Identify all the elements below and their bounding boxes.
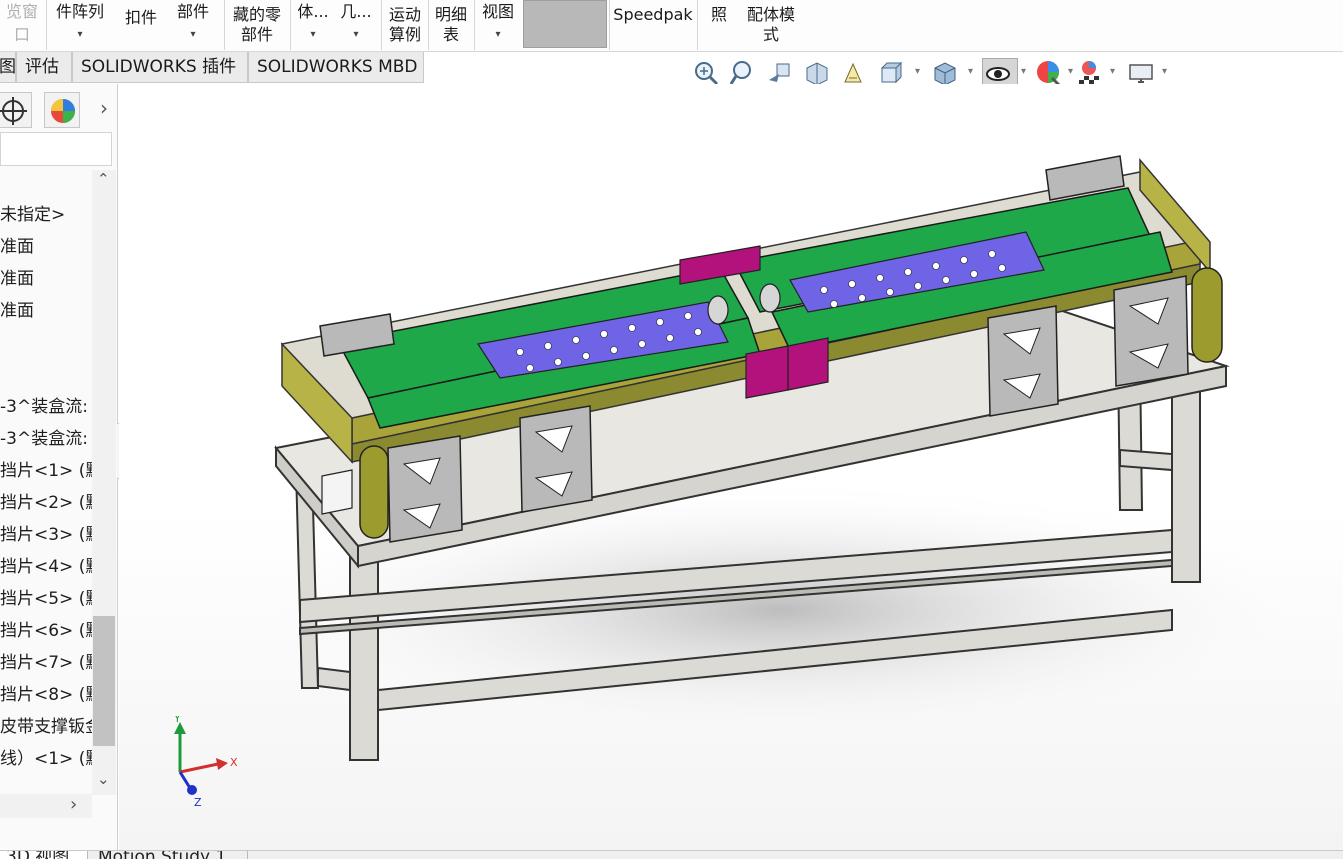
ribbon-label: 视图 — [481, 2, 514, 21]
motor-drum — [321, 469, 353, 515]
ribbon-item-preview-window[interactable]: 览窗 口 — [0, 0, 44, 50]
ribbon-item-reference-geometry[interactable]: 几... ▾ — [336, 0, 376, 50]
chevron-down-icon[interactable]: ▾ — [915, 66, 920, 77]
tree-item[interactable]: 准面 — [0, 295, 92, 327]
ribbon-label: 扣件 — [124, 8, 157, 27]
ribbon-separator — [428, 0, 429, 50]
chevron-down-icon[interactable]: ▾ — [1068, 66, 1073, 77]
coordinate-triad: Y X Z — [173, 716, 238, 809]
ribbon-label: 口 — [13, 25, 30, 44]
scroll-down-icon[interactable]: ⌄ — [97, 770, 110, 788]
crosshair-icon — [0, 97, 27, 125]
chevron-down-icon[interactable]: ▾ — [968, 66, 973, 77]
tab-evaluate[interactable]: 评估 — [16, 52, 72, 83]
tree-item[interactable]: 挡片<7> (默 — [0, 647, 92, 679]
display-manager-tab[interactable] — [44, 92, 80, 128]
ribbon-item-large-assembly-mode[interactable]: 配体模 式 — [740, 0, 802, 50]
ribbon-label: 藏的零 — [232, 5, 281, 24]
x-axis-label: X — [230, 756, 238, 769]
scroll-up-icon[interactable]: ⌃ — [97, 170, 110, 188]
tree-scrollbar-thumb[interactable] — [93, 616, 115, 746]
chevron-down-icon[interactable]: ▾ — [1110, 66, 1115, 77]
chevron-down-icon[interactable]: ▾ — [1021, 66, 1026, 77]
tree-item[interactable]: 皮带支撑钣金 — [0, 711, 92, 743]
tree-item[interactable]: 线）<1> (默 — [0, 743, 92, 775]
ribbon-item-bill-of-materials[interactable]: 明细 表 — [431, 0, 471, 50]
x-axis — [179, 762, 219, 774]
tab-motion-study[interactable]: Motion Study 1 — [92, 851, 248, 859]
tree-item[interactable]: 挡片<3> (默 — [0, 519, 92, 551]
tree-horizontal-scrollbar[interactable] — [0, 794, 92, 818]
tree-item[interactable]: 挡片<8> (默 — [0, 679, 92, 711]
chevron-down-icon[interactable]: ▾ — [1162, 66, 1167, 77]
ribbon-label: 部件 — [176, 2, 209, 21]
ribbon-label: 配体模 — [746, 5, 795, 24]
ribbon-separator — [609, 0, 610, 50]
ribbon-label: 式 — [762, 25, 779, 44]
ribbon-separator — [697, 0, 698, 50]
ribbon-separator — [381, 0, 382, 50]
ribbon-label: 览窗 — [5, 2, 38, 21]
ribbon-item-exploded-view[interactable]: 视图 ▾ — [477, 0, 519, 50]
tree-item[interactable]: -3^装盒流: — [0, 391, 92, 423]
ribbon-separator — [290, 0, 291, 50]
command-manager-ribbon: 览窗 口 件阵列 ▾ 扣件 部件 ▾ 藏的零 部件 体... ▾ 几... ▾ … — [0, 0, 1343, 52]
ribbon-label: 明细 — [434, 5, 467, 24]
tree-item[interactable]: 准面 — [0, 263, 92, 295]
bottom-tabs: 3D 视图 Motion Study 1 — [0, 850, 1343, 859]
ribbon-label: 件阵列 — [55, 2, 104, 21]
ribbon-separator — [474, 0, 475, 50]
conveyor-assembly-model — [240, 155, 1320, 761]
ribbon-disabled-button[interactable] — [523, 0, 607, 48]
ribbon-separator — [46, 0, 47, 50]
tree-item[interactable]: -3^装盒流: — [0, 423, 92, 455]
y-axis-label: Y — [173, 716, 181, 725]
z-axis-label: Z — [194, 796, 202, 809]
ribbon-item-motion-study[interactable]: 运动 算例 — [384, 0, 426, 50]
ribbon-item-body[interactable]: 体... ▾ — [294, 0, 332, 50]
tree-filter-input[interactable] — [0, 132, 112, 166]
tree-item[interactable]: 挡片<6> (默 — [0, 615, 92, 647]
ribbon-label: 运动 — [388, 5, 421, 24]
ribbon-item-speedpak[interactable]: Speedpak — [612, 0, 694, 50]
ribbon-item-snapshot[interactable]: 照 — [702, 0, 736, 50]
chevron-down-icon: ▾ — [353, 29, 359, 40]
tree-item[interactable]: 未指定> — [0, 199, 92, 231]
appearance-sphere-icon — [51, 99, 75, 123]
chevron-down-icon: ▾ — [190, 29, 196, 40]
tab-solidworks-mbd[interactable]: SOLIDWORKS MBD — [248, 52, 424, 83]
tree-item[interactable]: 准面 — [0, 231, 92, 263]
tree-item[interactable]: 挡片<2> (默 — [0, 487, 92, 519]
chevron-right-icon[interactable]: › — [100, 96, 108, 120]
chevron-down-icon: ▾ — [310, 29, 316, 40]
ribbon-label: Speedpak — [613, 5, 693, 24]
ribbon-label: 部件 — [240, 25, 273, 44]
ribbon-label: 表 — [442, 25, 459, 44]
tab-view[interactable]: 图 — [0, 52, 16, 83]
ribbon-label: 算例 — [388, 25, 421, 44]
ribbon-label: 照 — [710, 5, 727, 24]
ribbon-item-component-pattern[interactable]: 件阵列 ▾ — [50, 0, 110, 50]
graphics-area[interactable]: Y X Z — [119, 84, 1343, 850]
chevron-down-icon: ▾ — [77, 29, 83, 40]
z-axis — [178, 771, 192, 789]
ribbon-item-assembly-features[interactable]: 部件 ▾ — [170, 0, 216, 50]
ribbon-label: 体... — [297, 2, 329, 21]
tab-solidworks-addins[interactable]: SOLIDWORKS 插件 — [72, 52, 248, 83]
config-manager-tab[interactable] — [0, 92, 32, 128]
command-manager-tabs: 图 评估 SOLIDWORKS 插件 SOLIDWORKS MBD — [0, 52, 430, 84]
ribbon-label: 几... — [340, 2, 372, 21]
ribbon-item-show-hidden-components[interactable]: 藏的零 部件 — [228, 0, 286, 50]
scroll-right-icon[interactable]: › — [70, 794, 77, 815]
ribbon-item-smart-fasteners[interactable]: 扣件 — [118, 0, 164, 50]
tree-item[interactable]: 挡片<5> (默 — [0, 583, 92, 615]
tab-3d-view[interactable]: 3D 视图 — [0, 851, 88, 859]
tree-item[interactable]: 挡片<1> (默 — [0, 455, 92, 487]
chevron-down-icon: ▾ — [495, 29, 501, 40]
ribbon-separator — [224, 0, 225, 50]
tree-item[interactable]: 挡片<4> (默 — [0, 551, 92, 583]
feature-manager-panel: › ⌃ ⌄ › 未指定> 准面 准面 准面 -3^装盒流: -3^装盒流: 挡片… — [0, 84, 118, 850]
